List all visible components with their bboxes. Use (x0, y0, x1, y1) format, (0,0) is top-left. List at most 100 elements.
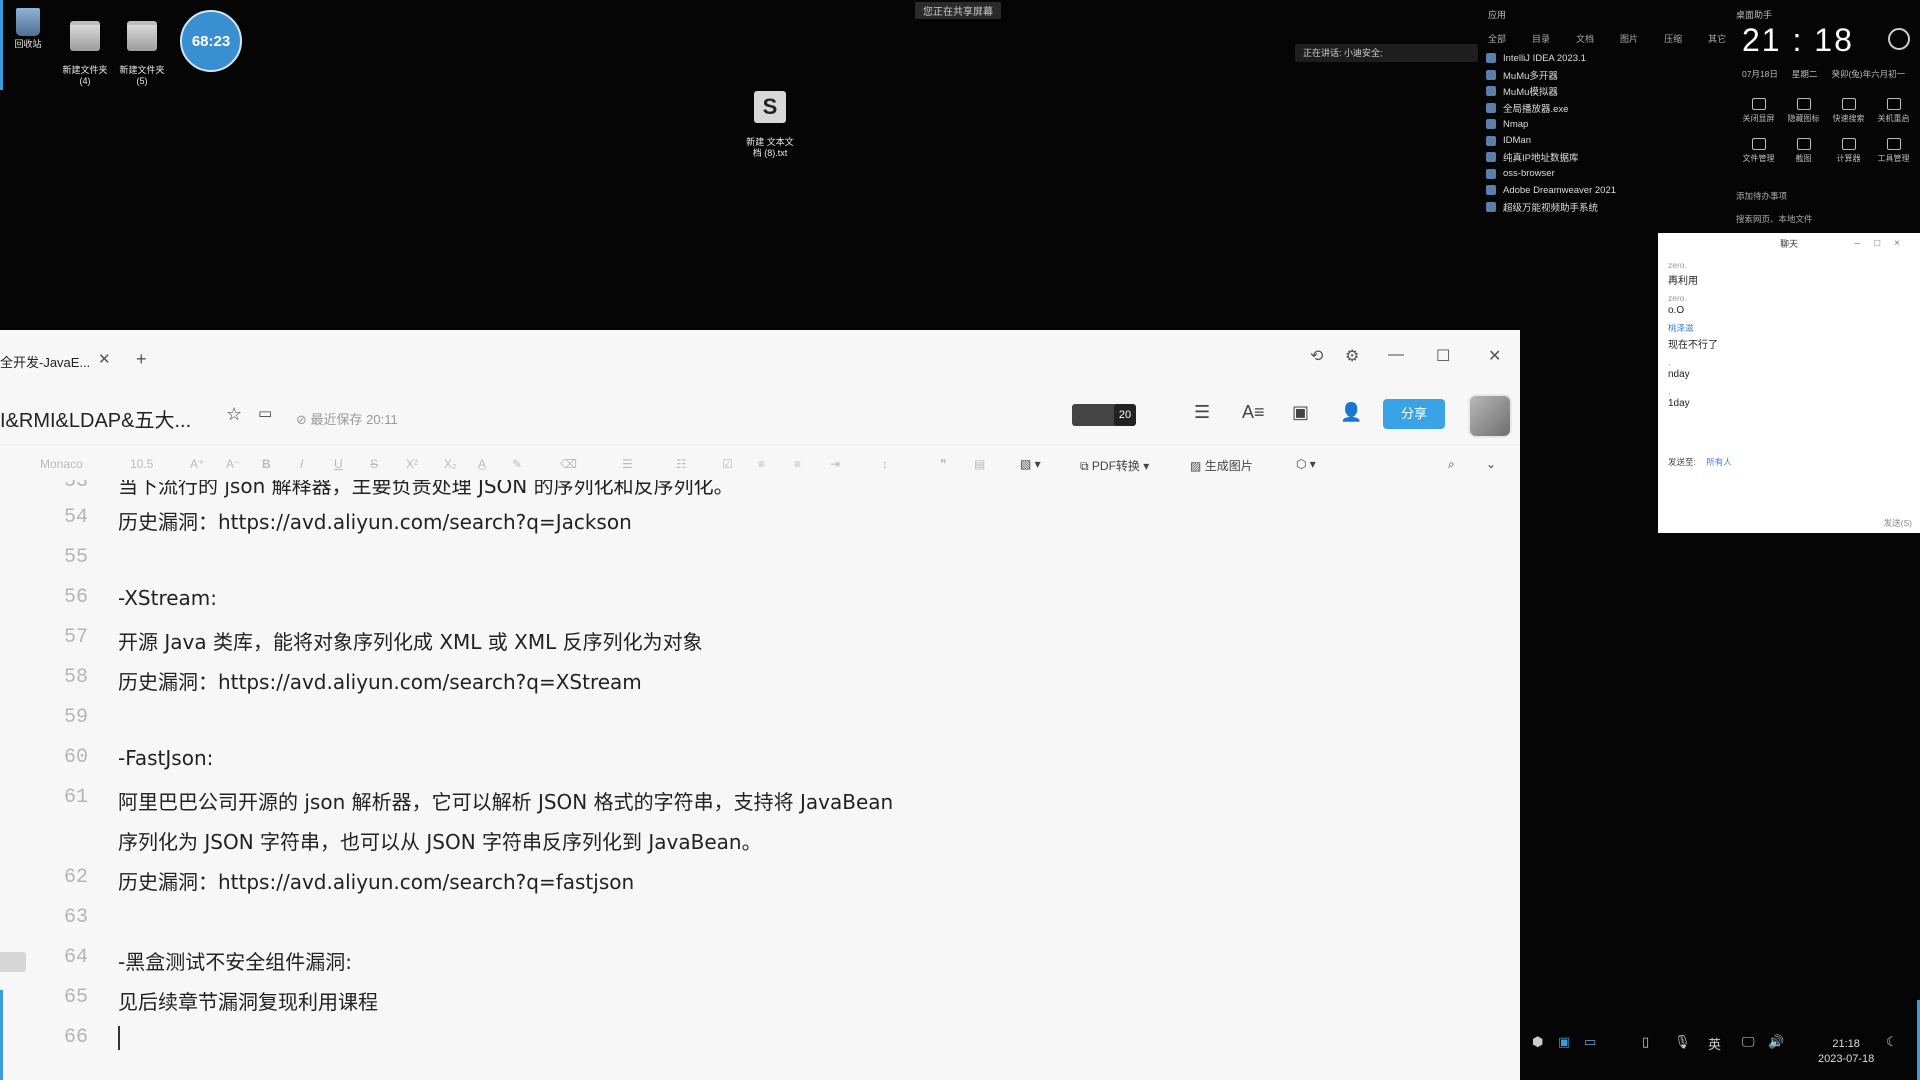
app-item[interactable]: 全局播放器.exe (1486, 100, 1726, 117)
close-tab-icon[interactable]: ✕ (98, 350, 111, 368)
crop-icon (1796, 138, 1811, 150)
share-button[interactable]: 分享 (1383, 399, 1445, 429)
app-item[interactable]: oss-browser (1486, 166, 1726, 183)
menu-icon[interactable]: ☰ (1194, 402, 1210, 423)
increase-font-icon[interactable]: A⁺ (190, 457, 204, 471)
panel-search[interactable]: 搜索网页、本地文件 (1736, 213, 1813, 225)
superscript-icon[interactable]: X² (406, 457, 418, 471)
present-icon[interactable]: ▣ (1292, 402, 1309, 423)
taskbar-clock[interactable]: 21:18 2023-07-18 (1818, 1037, 1874, 1067)
quick-action[interactable]: 隐藏图标 (1781, 98, 1826, 124)
volume-icon[interactable]: 🔊 (1768, 1034, 1784, 1050)
highlight-icon[interactable]: ✎ (512, 457, 522, 471)
send-button[interactable]: 发送(S) (1884, 517, 1912, 529)
add-user-icon[interactable]: 👤 (1340, 402, 1362, 423)
chevron-down-icon[interactable]: ⌄ (1486, 457, 1496, 471)
checklist-icon[interactable]: ☑ (722, 457, 733, 471)
search-icon[interactable]: ⌕ (1448, 457, 1455, 472)
notification-icon[interactable]: ☾ (1886, 1034, 1898, 1050)
pdf-convert-button[interactable]: ⧉ PDF转换 ▾ (1080, 457, 1149, 474)
apps-tab[interactable]: 图片 (1620, 32, 1638, 45)
quick-action[interactable]: 关机重启 (1871, 98, 1916, 124)
chat-window-controls[interactable]: –□× (1855, 233, 1914, 255)
text-size-icon[interactable]: A≡ (1242, 402, 1265, 423)
underline-icon[interactable]: U (334, 457, 343, 471)
bold-icon[interactable]: B (262, 457, 271, 471)
app-item[interactable]: Nmap (1486, 116, 1726, 133)
indent-icon[interactable]: ⇥ (830, 457, 840, 471)
generate-image-button[interactable]: ▨ 生成图片 (1190, 457, 1253, 474)
editor-content[interactable]: 53 当下流行的 json 解释器，主要负责处理 JSON 的序列化和反序列化。… (0, 480, 1520, 1080)
app-item[interactable]: MuMu多开器 (1486, 67, 1726, 84)
plugin-icon[interactable]: ⬡ ▾ (1296, 457, 1316, 471)
quote-icon[interactable]: ❞ (940, 457, 946, 471)
insert-image-icon[interactable]: ▧ ▾ (1020, 457, 1041, 471)
app-item[interactable]: Adobe Dreamweaver 2021 (1486, 182, 1726, 199)
numbered-list-icon[interactable]: ☷ (676, 457, 687, 471)
todo-link[interactable]: 添加待办事项 (1736, 190, 1787, 202)
tray-screen-icon[interactable]: ▭ (1584, 1034, 1596, 1050)
apps-tab[interactable]: 全部 (1488, 32, 1506, 45)
settings-icon[interactable]: ⚙ (1345, 346, 1359, 366)
app-icon (1486, 135, 1496, 146)
refresh-icon[interactable]: ⟲ (1310, 346, 1323, 366)
apps-tab[interactable]: 文档 (1576, 32, 1594, 45)
folder-icon[interactable]: 新建文件夹 (4) (57, 10, 113, 98)
font-family-select[interactable]: Monaco (40, 457, 83, 471)
app-item[interactable]: IDMan (1486, 133, 1726, 150)
strikethrough-icon[interactable]: S (370, 457, 378, 471)
app-item[interactable]: MuMu模拟器 (1486, 83, 1726, 100)
recording-timer[interactable]: 68:23 (180, 10, 242, 72)
minimize-icon[interactable]: — (1388, 346, 1404, 364)
subscript-icon[interactable]: X₂ (444, 457, 457, 471)
text-file-icon[interactable]: S 新建 文本文 档 (8).txt (742, 80, 798, 170)
folder-icon[interactable]: 新建文件夹 (5) (114, 10, 170, 98)
app-item[interactable]: 超级万能视频助手系统 (1486, 199, 1726, 216)
comment-icon[interactable]: ▤ (974, 457, 985, 471)
apps-tab[interactable]: 其它 (1708, 32, 1726, 45)
outline-toggle[interactable] (0, 952, 26, 972)
folder-move-icon[interactable]: ▭ (258, 404, 272, 422)
microphone-icon[interactable]: 🎙 (1674, 1034, 1691, 1050)
quick-action[interactable]: 截图 (1781, 138, 1826, 164)
apps-tab[interactable]: 目录 (1532, 32, 1550, 45)
italic-icon[interactable]: I (300, 457, 303, 471)
tray-p-icon[interactable]: ▣ (1558, 1034, 1570, 1050)
align-center-icon[interactable]: ≡ (794, 457, 801, 471)
align-left-icon[interactable]: ≡ (758, 457, 765, 471)
quick-action[interactable]: 工具管理 (1871, 138, 1916, 164)
recycle-bin-icon[interactable]: 回收站 (0, 8, 56, 50)
bullet-list-icon[interactable]: ☰ (622, 457, 633, 471)
apps-tab[interactable]: 压缩 (1664, 32, 1682, 45)
desktop-clock: 21 : 18 (1742, 22, 1854, 58)
line-spacing-icon[interactable]: ↕ (882, 457, 888, 471)
clear-format-icon[interactable]: ⌫ (560, 457, 577, 471)
quick-action[interactable]: 计算器 (1826, 138, 1871, 164)
app-label: IntelliJ IDEA 2023.1 (1503, 52, 1586, 64)
network-icon[interactable]: 🖵 (1742, 1034, 1755, 1050)
line-number: 62 (63, 866, 88, 889)
close-window-icon[interactable]: ✕ (1488, 346, 1501, 366)
user-avatar[interactable] (1468, 394, 1512, 438)
tray-app-icon[interactable]: ⬢ (1532, 1034, 1543, 1050)
new-tab-icon[interactable]: + (136, 349, 147, 370)
chat-sender: zero. (1668, 260, 1687, 270)
quick-action[interactable]: 关闭显屏 (1736, 98, 1781, 124)
quick-action[interactable]: 文件管理 (1736, 138, 1781, 164)
font-size-select[interactable]: 10.5 (130, 457, 153, 471)
star-icon[interactable]: ☆ (226, 404, 242, 425)
ime-indicator[interactable]: 英 (1708, 1034, 1721, 1053)
font-color-icon[interactable]: A̲ (478, 457, 486, 471)
battery-icon[interactable]: ▯ (1642, 1034, 1649, 1050)
decrease-font-icon[interactable]: A⁻ (226, 457, 240, 471)
document-title[interactable]: I&RMI&LDAP&五大... (0, 404, 191, 433)
app-icon (1486, 201, 1496, 212)
send-to-select[interactable]: 所有人 (1706, 457, 1732, 467)
maximize-icon[interactable]: ☐ (1436, 346, 1450, 366)
editor-tab[interactable]: 全开发-JavaE... (0, 352, 90, 371)
quick-action[interactable]: 快速搜索 (1826, 98, 1871, 124)
app-item[interactable]: 纯真IP地址数据库 (1486, 149, 1726, 166)
line-text: -XStream: (118, 586, 218, 610)
app-item[interactable]: IntelliJ IDEA 2023.1 (1486, 50, 1726, 67)
app-icon (1486, 53, 1496, 64)
